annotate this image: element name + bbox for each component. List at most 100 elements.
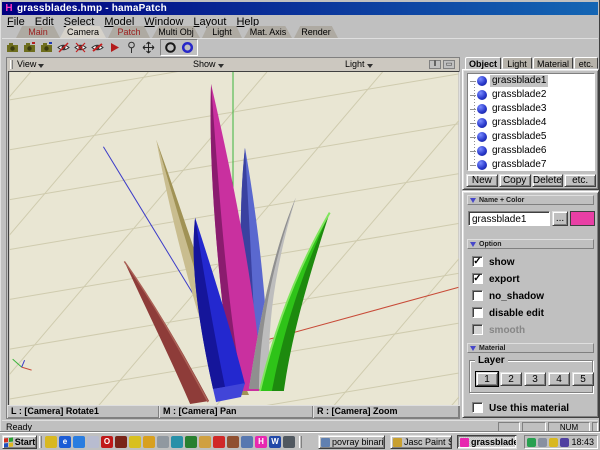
viewport-view-menu[interactable]: View	[17, 58, 44, 71]
layer-5-button[interactable]: 5	[572, 372, 594, 386]
list-item[interactable]: grassblade6	[468, 144, 594, 158]
tab-camera[interactable]: Camera	[60, 26, 106, 38]
layer-groupbox: Layer 1 2 3 4 5	[469, 360, 593, 393]
object-icon	[477, 104, 487, 114]
quicklaunch-icon-12[interactable]	[199, 436, 211, 448]
tab-mat-axis[interactable]: Mat. Axis	[244, 26, 292, 38]
panel-tab-etc[interactable]: etc.	[574, 57, 598, 69]
export-checkbox[interactable]: ✓	[472, 273, 483, 284]
quicklaunch-icon-16[interactable]: H	[255, 436, 267, 448]
no-shadow-checkbox[interactable]	[472, 290, 483, 301]
panel-tab-material[interactable]: Material	[533, 57, 573, 69]
object-color-swatch[interactable]	[570, 211, 595, 226]
tray-network-icon[interactable]	[538, 438, 547, 447]
quicklaunch-icon-10[interactable]	[171, 436, 183, 448]
clock: 18:43	[571, 437, 595, 447]
layer-3-button[interactable]: 3	[524, 372, 546, 386]
hide-eye-icon-3[interactable]	[89, 40, 105, 55]
hide-eye-icon-2[interactable]	[72, 40, 88, 55]
material-header[interactable]: Material	[467, 343, 594, 353]
start-button[interactable]: Start	[2, 435, 37, 449]
etc-button[interactable]: etc.	[564, 174, 596, 187]
list-item[interactable]: grassblade4	[468, 116, 594, 130]
task-button-grassblades[interactable]: grassblades...	[457, 435, 517, 449]
delete-button[interactable]: Delete	[532, 174, 564, 187]
quicklaunch-icon-8[interactable]	[143, 436, 155, 448]
tab-main[interactable]: Main	[16, 26, 60, 38]
quicklaunch-icon-6[interactable]	[115, 436, 127, 448]
camera-icon-3[interactable]	[38, 40, 54, 55]
camera-icon-1[interactable]	[4, 40, 20, 55]
show-checkbox[interactable]: ✓	[472, 256, 483, 267]
option-header[interactable]: Option	[467, 239, 594, 249]
rotate-dark-icon[interactable]	[162, 40, 178, 55]
hide-eye-icon-1[interactable]	[55, 40, 71, 55]
num-lock-indicator: NUM	[548, 422, 590, 432]
use-material-checkbox[interactable]	[472, 402, 483, 413]
chevron-down-icon	[38, 64, 44, 68]
status-cell	[592, 422, 598, 432]
viewport-window: View Show Light ‖ ▭	[6, 57, 460, 419]
quicklaunch-icon-11[interactable]	[185, 436, 197, 448]
quicklaunch-icon-17[interactable]: W	[269, 436, 281, 448]
viewport-light-menu[interactable]: Light	[345, 58, 373, 71]
quicklaunch-icon-15[interactable]	[241, 436, 253, 448]
viewport-split-button[interactable]: ‖	[429, 60, 441, 69]
camera-icon-2[interactable]	[21, 40, 37, 55]
tray-schedule-icon[interactable]	[560, 438, 569, 447]
viewport-show-menu[interactable]: Show	[193, 58, 224, 71]
quicklaunch-icon-9[interactable]	[157, 436, 169, 448]
window-title: grassblades.hmp - hamaPatch	[17, 3, 167, 14]
quicklaunch-icon-2[interactable]: e	[59, 436, 71, 448]
quicklaunch-icon-4[interactable]	[87, 436, 99, 448]
list-item[interactable]: grassblade1	[468, 74, 594, 88]
tray-volume-icon[interactable]	[549, 438, 558, 447]
viewport-grip[interactable]	[10, 60, 13, 69]
object-buttons: New Copy Delete etc.	[466, 174, 596, 187]
rotate-blue-icon[interactable]	[179, 40, 195, 55]
move-icon[interactable]	[140, 40, 156, 55]
quicklaunch-icon-1[interactable]	[45, 436, 57, 448]
layer-1-button[interactable]: 1	[476, 372, 498, 386]
3d-canvas[interactable]	[8, 71, 460, 406]
list-item[interactable]: grassblade2	[468, 88, 594, 102]
tab-patch[interactable]: Patch	[108, 26, 150, 38]
new-button[interactable]: New	[466, 174, 498, 187]
quicklaunch-icon-7[interactable]	[129, 436, 141, 448]
disable-edit-label: disable edit	[489, 308, 544, 319]
panel-tab-light[interactable]: Light	[502, 57, 532, 69]
quicklaunch-icon-13[interactable]	[213, 436, 225, 448]
list-item[interactable]: grassblade3	[468, 102, 594, 116]
name-color-header[interactable]: Name + Color	[467, 195, 594, 205]
disable-edit-checkbox[interactable]	[472, 307, 483, 318]
system-tray: 18:43	[524, 435, 598, 449]
mouse-right-binding: R : [Camera] Zoom	[313, 405, 459, 418]
list-item[interactable]: grassblade5	[468, 130, 594, 144]
app-icon: H	[4, 4, 14, 14]
layer-2-button[interactable]: 2	[500, 372, 522, 386]
quicklaunch-icon-5[interactable]: O	[101, 436, 113, 448]
tab-light[interactable]: Light	[202, 26, 242, 38]
quicklaunch-icon-18[interactable]	[283, 436, 295, 448]
browse-button[interactable]: ...	[552, 211, 568, 226]
quicklaunch-icon-14[interactable]	[227, 436, 239, 448]
viewport-maximize-button[interactable]: ▭	[443, 60, 455, 69]
task-button-paintshop[interactable]: Jasc Paint Shop...	[390, 435, 452, 449]
object-listbox[interactable]: grassblade1 grassblade2 grassblade3 gras…	[467, 73, 595, 171]
layer-4-button[interactable]: 4	[548, 372, 570, 386]
taskbar: Start e O H W povray binaries i... Jasc …	[0, 432, 600, 450]
title-bar[interactable]: H grassblades.hmp - hamaPatch	[2, 2, 598, 15]
object-name-input[interactable]	[468, 211, 550, 226]
tray-display-icon[interactable]	[527, 438, 536, 447]
render-play-icon[interactable]	[106, 40, 122, 55]
quicklaunch-icon-3[interactable]	[73, 436, 85, 448]
properties-panel: Name + Color ... Option ✓ show ✓ export …	[462, 191, 599, 418]
light-pin-icon[interactable]	[123, 40, 139, 55]
copy-button[interactable]: Copy	[499, 174, 531, 187]
tab-render[interactable]: Render	[294, 26, 338, 38]
object-list-panel: grassblade1 grassblade2 grassblade3 gras…	[462, 69, 599, 190]
task-button-povray[interactable]: povray binaries i...	[318, 435, 385, 449]
export-label: export	[489, 274, 520, 285]
list-item[interactable]: grassblade7	[468, 158, 594, 171]
tab-multi-obj[interactable]: Multi Obj	[152, 26, 200, 38]
